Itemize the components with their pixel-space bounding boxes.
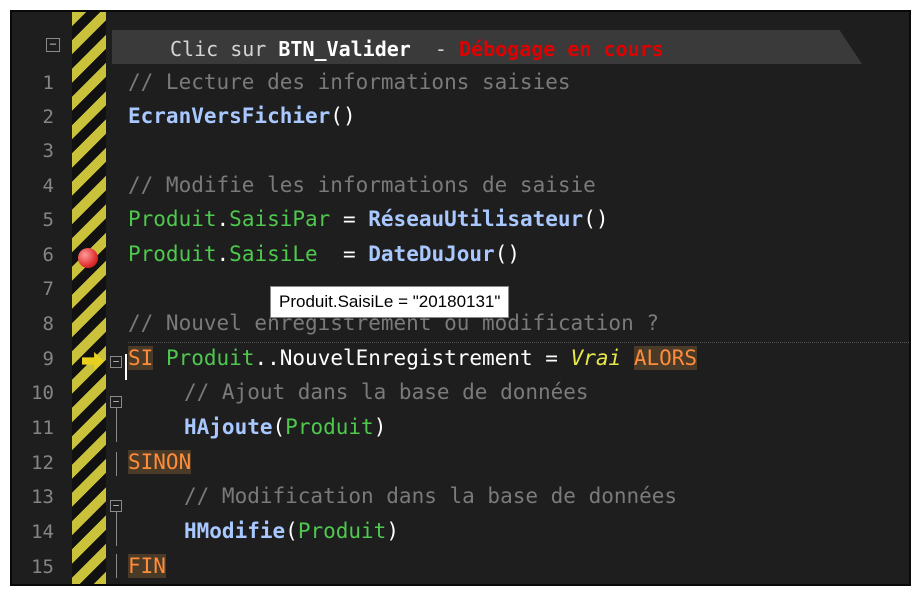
fold-toggle-icon[interactable]: −	[110, 396, 122, 408]
parens: (	[272, 415, 286, 439]
debug-status-label: Débogage en cours	[459, 37, 664, 61]
comment: // Modification dans la base de données	[184, 484, 678, 508]
fold-guide	[116, 512, 117, 546]
header-prefix: Clic sur	[170, 37, 279, 61]
line-number: 13	[31, 486, 54, 508]
code-line-13[interactable]: // Modification dans la base de données	[184, 484, 909, 508]
keyword: SINON	[128, 450, 192, 474]
breakpoint-icon[interactable]	[78, 248, 98, 268]
function-name: DateDuJour	[368, 242, 495, 266]
variable: Produit	[165, 346, 255, 370]
line-number: 7	[42, 278, 54, 300]
parens: (	[285, 519, 298, 543]
parens: ()	[583, 207, 609, 231]
code-line-2[interactable]: EcranVersFichier()	[128, 104, 909, 128]
function-name: HAjoute	[184, 415, 273, 439]
boolean-value: Vrai	[570, 346, 622, 370]
text-cursor	[125, 354, 127, 380]
code-line-6[interactable]: Produit.SaisiLe = DateDuJour()	[128, 242, 909, 266]
function-name: HModifie	[184, 519, 286, 543]
parens: ()	[330, 104, 356, 128]
line-number: 2	[42, 106, 54, 128]
line-number: 10	[31, 382, 54, 404]
variable: Produit	[128, 242, 217, 266]
code-line-12[interactable]: SINON	[128, 450, 909, 474]
operator: =	[317, 242, 369, 266]
code-line-11[interactable]: HAjoute(Produit)	[184, 415, 909, 439]
line-number: 4	[42, 175, 54, 197]
function-name: EcranVersFichier	[128, 104, 331, 128]
code-line-4[interactable]: // Modifie les informations de saisie	[128, 173, 909, 197]
event-header-title: Clic sur BTN_Valider - Débogage en cours	[170, 34, 664, 64]
line-number: 14	[31, 521, 54, 543]
header-separator: -	[410, 37, 459, 61]
parens: )	[386, 519, 399, 543]
comment: // Ajout dans la base de données	[184, 380, 589, 404]
property: SaisiPar	[229, 207, 331, 231]
collapse-all-icon[interactable]: −	[46, 38, 60, 52]
fold-guide	[116, 408, 117, 442]
line-number: 1	[42, 72, 54, 94]
operator: ..	[254, 346, 280, 370]
argument: Produit	[285, 415, 374, 439]
code-line-1[interactable]: // Lecture des informations saisies	[128, 70, 909, 94]
keyword: SI	[128, 346, 154, 370]
code-editor: − Clic sur BTN_Valider - Débogage en cou…	[10, 10, 911, 586]
line-number: 12	[31, 452, 54, 474]
code-line-8[interactable]: // Nouvel enregistrement ou modification…	[128, 311, 909, 335]
code-line-5[interactable]: Produit.SaisiPar = RéseauUtilisateur()	[128, 207, 909, 231]
line-number: 5	[42, 209, 54, 231]
code-line-10[interactable]: // Ajout dans la base de données	[184, 380, 909, 404]
parens: ()	[494, 242, 520, 266]
keyword: FIN	[128, 554, 166, 578]
fold-guide	[116, 452, 117, 476]
operator: =	[330, 207, 369, 231]
code-line-9[interactable]: SI Produit..NouvelEnregistrement = Vrai …	[128, 346, 909, 370]
fold-guide	[116, 554, 117, 578]
line-number: 15	[31, 556, 54, 578]
debug-hatch-margin	[72, 12, 106, 584]
variable: Produit	[128, 207, 217, 231]
variable-value-tooltip: Produit.SaisiLe = "20180131"	[270, 286, 510, 318]
operator: .	[216, 207, 230, 231]
comment: // Modifie les informations de saisie	[128, 173, 596, 197]
header-control-name: BTN_Valider	[278, 37, 411, 61]
operator: .	[216, 242, 230, 266]
current-line-highlight	[128, 342, 909, 343]
code-line-14[interactable]: HModifie(Produit)	[184, 519, 909, 543]
line-number: 11	[31, 417, 54, 439]
line-number: 3	[42, 140, 54, 162]
code-line-15[interactable]: FIN	[128, 554, 909, 578]
fold-toggle-icon[interactable]: −	[110, 500, 122, 512]
line-number: 8	[42, 313, 54, 335]
function-name: RéseauUtilisateur	[368, 207, 584, 231]
keyword: ALORS	[633, 346, 698, 370]
property: SaisiLe	[229, 242, 318, 266]
operator: =	[532, 346, 571, 370]
parens: )	[373, 415, 387, 439]
line-number: 9	[42, 348, 54, 370]
argument: Produit	[297, 519, 387, 543]
line-number: 6	[42, 244, 54, 266]
comment: // Lecture des informations saisies	[128, 70, 571, 94]
property: NouvelEnregistrement	[279, 346, 533, 370]
fold-toggle-icon[interactable]: −	[110, 356, 122, 368]
